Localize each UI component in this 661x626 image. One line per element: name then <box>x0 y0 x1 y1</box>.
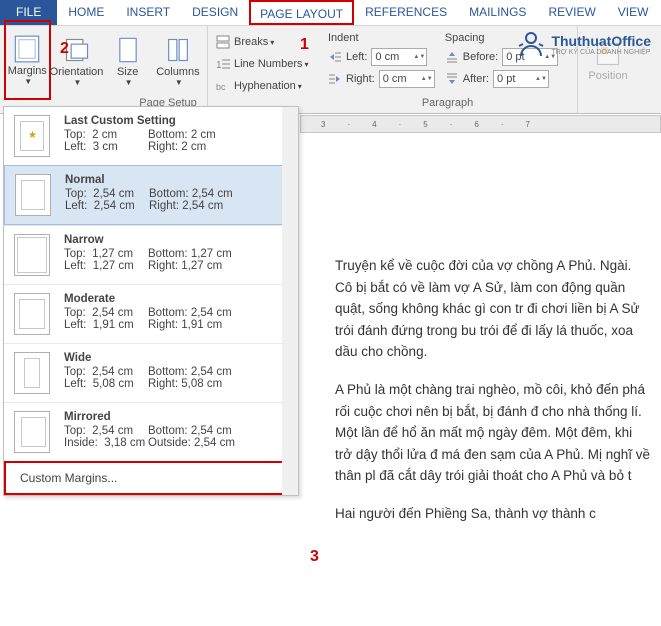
svg-text:bc: bc <box>216 82 226 92</box>
margin-preset-mirrored[interactable]: Mirrored Top: 2,54 cmBottom: 2,54 cm Ins… <box>4 402 298 461</box>
orientation-button[interactable]: Orientation ▼ <box>51 28 103 94</box>
indent-right-icon <box>328 72 342 86</box>
chevron-down-icon: ▼ <box>175 78 183 87</box>
tab-insert[interactable]: INSERT <box>115 0 181 25</box>
annotation-3: 3 <box>310 548 319 566</box>
margin-preset-narrow[interactable]: Narrow Top: 1,27 cmBottom: 1,27 cm Left:… <box>4 225 298 284</box>
paragraph: Truyện kể về cuộc đời của vợ chồng A Phủ… <box>335 255 651 363</box>
indent-left-input[interactable]: 0 cm▲▼ <box>371 48 427 66</box>
custom-margins-button[interactable]: Custom Margins... <box>4 461 298 495</box>
indent-right-input[interactable]: 0 cm▲▼ <box>379 70 435 88</box>
tab-view[interactable]: VIEW <box>607 0 660 25</box>
margins-icon <box>13 35 41 63</box>
document-body[interactable]: Truyện kể về cuộc đời của vợ chồng A Phủ… <box>335 255 651 541</box>
indent-left-icon <box>328 50 342 64</box>
margin-preset-normal[interactable]: Normal Top: 2,54 cmBottom: 2,54 cm Left:… <box>4 165 298 225</box>
margin-preset-icon <box>14 115 50 157</box>
spacing-before-icon <box>445 50 459 64</box>
ruler[interactable]: 3· 4· 5· 6· 7 <box>300 115 661 133</box>
margin-preset-moderate[interactable]: Moderate Top: 2,54 cmBottom: 2,54 cm Lef… <box>4 284 298 343</box>
spacing-after-icon <box>445 72 459 86</box>
group-paragraph-title: Paragraph <box>322 97 573 111</box>
paragraph: A Phủ là một chàng trai nghèo, mồ côi, k… <box>335 379 651 487</box>
tab-review[interactable]: REVIEW <box>537 0 606 25</box>
indent-label: Indent <box>328 32 435 46</box>
breaks-button[interactable]: Breaks▾ <box>212 32 314 52</box>
line-numbers-icon: 1 <box>216 57 230 71</box>
scrollbar[interactable] <box>282 107 298 495</box>
tab-home[interactable]: HOME <box>57 0 115 25</box>
line-numbers-button[interactable]: 1Line Numbers▾ <box>212 54 314 74</box>
logo-icon <box>515 28 547 60</box>
tab-references[interactable]: REFERENCES <box>354 0 458 25</box>
tab-mailings[interactable]: MAILINGS <box>458 0 537 25</box>
size-icon <box>114 36 142 64</box>
tab-page-layout[interactable]: PAGE LAYOUT <box>249 0 354 25</box>
margin-preset-icon <box>14 411 50 453</box>
hyphenation-button[interactable]: bcHyphenation▾ <box>212 76 314 96</box>
paragraph: Hai người đến Phiềng Sa, thành vợ thành … <box>335 503 651 525</box>
tab-design[interactable]: DESIGN <box>181 0 249 25</box>
svg-text:1: 1 <box>216 60 222 71</box>
chevron-down-icon: ▼ <box>24 77 32 86</box>
margin-preset-wide[interactable]: Wide Top: 2,54 cmBottom: 2,54 cm Left: 5… <box>4 343 298 402</box>
margins-label: Margins <box>8 65 47 77</box>
margins-dropdown: Last Custom Setting Top: 2 cmBottom: 2 c… <box>3 106 299 496</box>
margin-preset-icon <box>14 234 50 276</box>
margin-preset-icon <box>14 352 50 394</box>
size-button[interactable]: Size ▼ <box>103 28 153 94</box>
margin-preset-last[interactable]: Last Custom Setting Top: 2 cmBottom: 2 c… <box>4 107 298 165</box>
hyphenation-icon: bc <box>216 79 230 93</box>
breaks-icon <box>216 35 230 49</box>
margins-button[interactable]: Margins ▼ <box>4 20 51 100</box>
margin-preset-icon <box>15 174 51 216</box>
annotation-1: 1 <box>300 36 309 54</box>
watermark-logo: ThuthuatOfficeTRỢ KÝ CỦA DOANH NGHIỆP <box>515 28 651 60</box>
spacing-after-input[interactable]: 0 pt▲▼ <box>493 70 549 88</box>
annotation-2: 2 <box>60 40 69 58</box>
margin-preset-icon <box>14 293 50 335</box>
columns-icon <box>164 36 192 64</box>
chevron-down-icon: ▼ <box>74 78 82 87</box>
chevron-down-icon: ▼ <box>125 78 133 87</box>
columns-button[interactable]: Columns ▼ <box>153 28 203 94</box>
tab-bar: FILE HOME INSERT DESIGN PAGE LAYOUT REFE… <box>0 0 661 26</box>
